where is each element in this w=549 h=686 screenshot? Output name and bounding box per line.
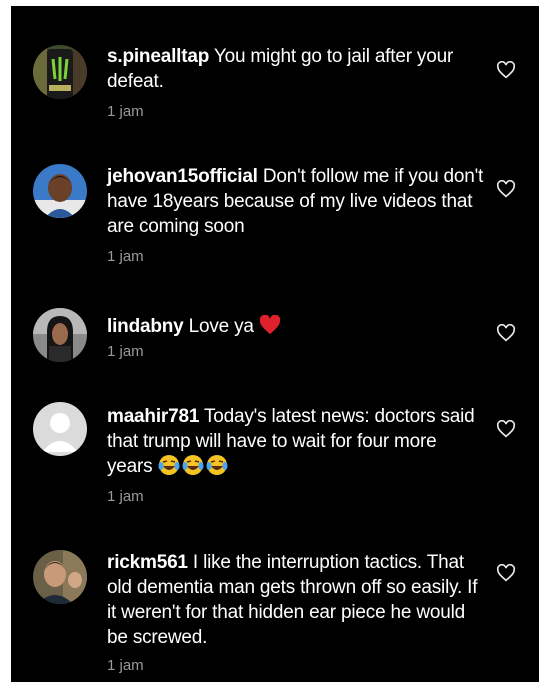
red-heart-emoji-icon [259, 314, 281, 342]
woman-photo-icon [33, 308, 87, 362]
like-button[interactable] [496, 563, 518, 584]
like-button[interactable] [496, 179, 518, 200]
default-user-icon [33, 402, 87, 456]
comment-username[interactable]: lindabny [107, 316, 184, 337]
avatar[interactable] [33, 164, 87, 218]
comment-timestamp: 1 jam [107, 657, 144, 674]
person-photo-icon [33, 164, 87, 218]
energy-drink-can-icon [33, 45, 87, 99]
comment-timestamp: 1 jam [107, 343, 144, 360]
avatar[interactable] [33, 550, 87, 604]
heart-outline-icon [496, 60, 516, 79]
laughing-emoji-icon [158, 454, 230, 483]
like-button[interactable] [496, 323, 518, 344]
comments-panel: s.pinealltap You might go to jail after … [11, 6, 539, 682]
heart-outline-icon [496, 419, 516, 438]
like-button[interactable] [496, 419, 518, 440]
avatar[interactable] [33, 45, 87, 99]
comment-text: Love ya [188, 316, 254, 337]
heart-outline-icon [496, 323, 516, 342]
comment-username[interactable]: maahir781 [107, 406, 199, 427]
comment-timestamp: 1 jam [107, 248, 144, 265]
heart-outline-icon [496, 563, 516, 582]
comment-username[interactable]: rickm561 [107, 552, 188, 573]
avatar[interactable] [33, 402, 87, 456]
comment-username[interactable]: jehovan15official [107, 166, 258, 187]
comment-timestamp: 1 jam [107, 488, 144, 505]
man-photo-icon [33, 550, 87, 604]
comment-timestamp: 1 jam [107, 103, 144, 120]
heart-outline-icon [496, 179, 516, 198]
comment-username[interactable]: s.pinealltap [107, 46, 209, 67]
like-button[interactable] [496, 60, 518, 81]
avatar[interactable] [33, 308, 87, 362]
